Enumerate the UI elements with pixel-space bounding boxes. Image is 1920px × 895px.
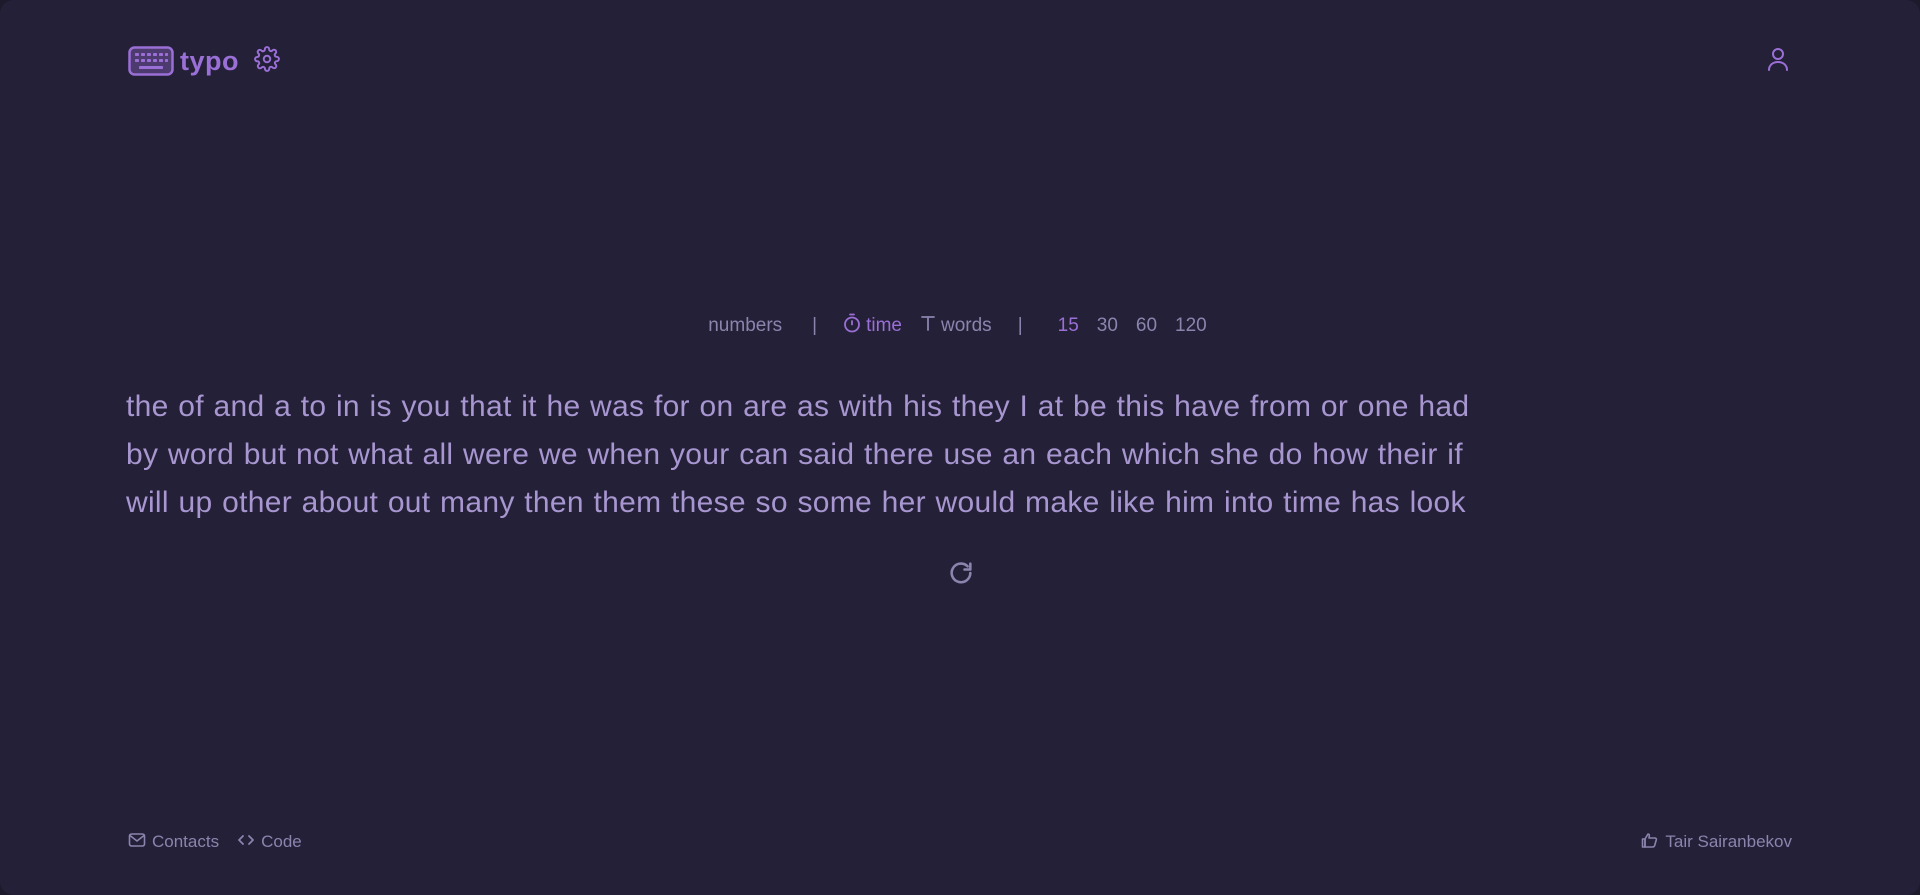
duration-option[interactable]: 30 [1097, 315, 1118, 337]
words-line: by word but not what all were we when yo… [126, 438, 1463, 471]
restart-icon [947, 559, 975, 592]
user-button[interactable] [1760, 43, 1796, 79]
contacts-label: Contacts [152, 832, 220, 851]
logo-link[interactable]: typo [128, 46, 239, 77]
user-icon [1766, 46, 1790, 77]
header: typo [128, 42, 1792, 80]
keyboard-icon [128, 46, 174, 76]
separator: | [1017, 315, 1023, 336]
words-line: the of and a to in is you that it he was… [126, 390, 1470, 423]
app-window: typo numbers | time words | 15 30 60 120… [0, 0, 1920, 895]
time-mode-button[interactable]: time [843, 313, 902, 339]
words-line: will up other about out many then them t… [126, 486, 1466, 519]
mail-icon [128, 832, 146, 853]
duration-option[interactable]: 60 [1136, 315, 1157, 337]
stopwatch-icon [843, 313, 861, 339]
typing-words[interactable]: the of and a to in is you that it he was… [126, 383, 1806, 527]
code-link[interactable]: Code [237, 832, 302, 852]
text-t-icon [920, 314, 936, 338]
time-mode-label: time [866, 315, 902, 336]
author-credit: Tair Sairanbekov [1641, 831, 1792, 854]
restart-button[interactable] [943, 557, 979, 593]
hand-icon [1641, 831, 1659, 854]
footer-links: Contacts Code [128, 832, 302, 853]
duration-option[interactable]: 120 [1175, 315, 1207, 337]
code-icon [237, 832, 255, 852]
code-label: Code [261, 832, 302, 851]
mode-bar: numbers | time words | 15 30 60 120 [0, 310, 1920, 342]
gear-icon [254, 45, 280, 77]
author-name: Tair Sairanbekov [1665, 832, 1792, 851]
words-mode-button[interactable]: words [920, 314, 992, 338]
duration-option[interactable]: 15 [1058, 315, 1079, 337]
settings-button[interactable] [249, 43, 285, 79]
separator: | [812, 315, 818, 336]
numbers-toggle[interactable]: numbers [704, 315, 786, 337]
words-mode-label: words [941, 315, 992, 336]
logo-text: typo [180, 45, 239, 76]
brand: typo [128, 43, 285, 79]
contacts-link[interactable]: Contacts [128, 832, 219, 853]
footer: Contacts Code Tair Sairanbekov [128, 828, 1792, 856]
